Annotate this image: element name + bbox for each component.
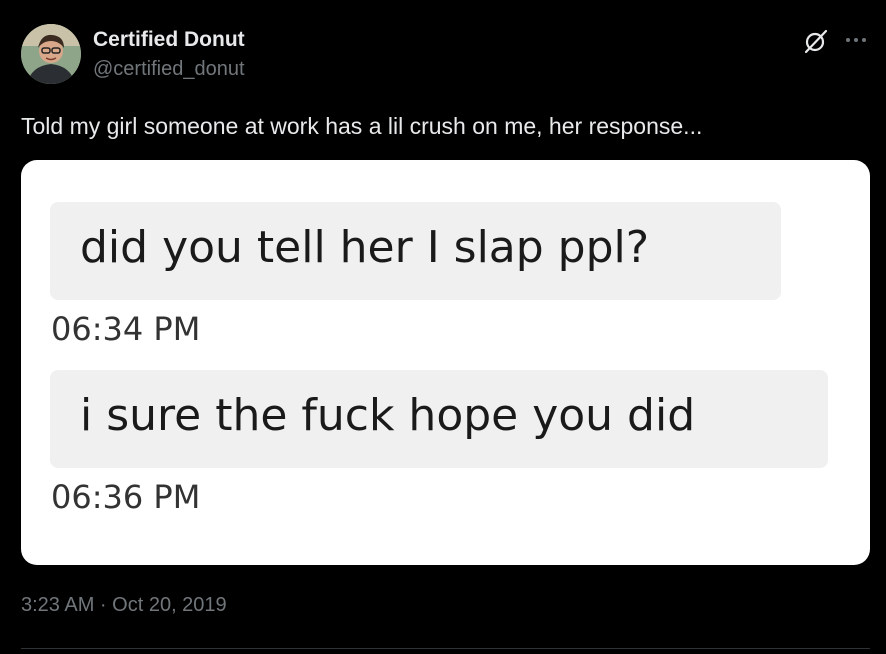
message-time: 06:36 PM: [51, 478, 201, 516]
more-options-icon[interactable]: [843, 30, 869, 50]
post-timestamp[interactable]: 3:23 AM · Oct 20, 2019: [21, 594, 227, 617]
grok-icon[interactable]: [803, 28, 829, 54]
tweet: Certified Donut @certified_donut Told my…: [0, 0, 886, 654]
author-handle[interactable]: @certified_donut: [93, 58, 245, 81]
avatar[interactable]: [21, 24, 81, 84]
post-timestamp-link[interactable]: 3:23 AM · Oct 20, 2019: [21, 594, 227, 616]
message-bubble: i sure the fuck hope you did: [50, 370, 828, 468]
tweet-text: Told my girl someone at work has a lil c…: [21, 113, 703, 139]
tweet-media-image[interactable]: did you tell her I slap ppl? 06:34 PM i …: [21, 160, 870, 565]
divider: [21, 648, 870, 649]
message-time: 06:34 PM: [51, 310, 201, 348]
message-bubble: did you tell her I slap ppl?: [50, 202, 781, 300]
author-display-name[interactable]: Certified Donut: [93, 28, 245, 52]
